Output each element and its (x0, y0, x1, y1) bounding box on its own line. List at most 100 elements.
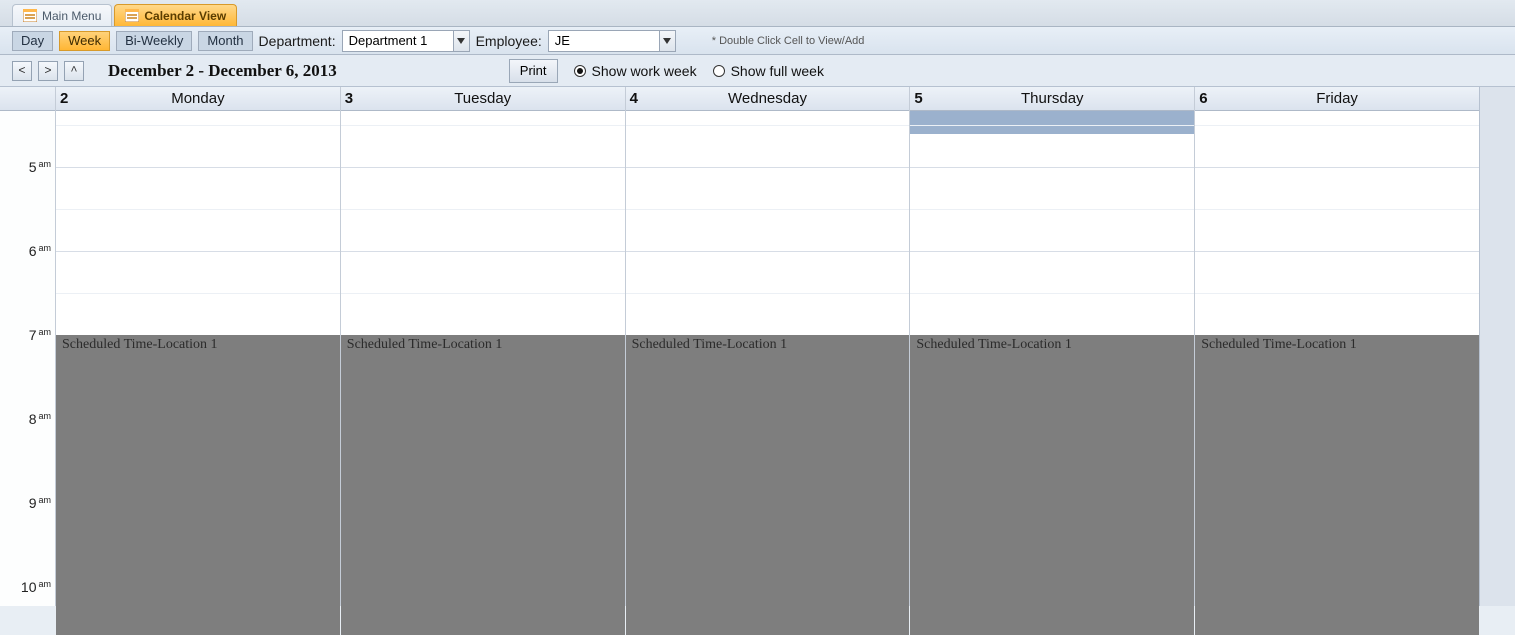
department-combo[interactable] (342, 30, 470, 52)
calendar-event[interactable]: Scheduled Time-Location 1 (910, 335, 1194, 635)
half-hour-line (341, 125, 625, 126)
day-number: 4 (630, 90, 638, 107)
day-column: 3TuesdayScheduled Time-Location 1 (341, 87, 626, 606)
hint-text: * Double Click Cell to View/Add (712, 35, 865, 47)
half-hour-line (626, 209, 910, 210)
time-gutter: 5am 6am 7am 8am 9am 10am (0, 87, 56, 606)
day-header[interactable]: 6Friday (1195, 87, 1479, 111)
hour-line (626, 167, 910, 168)
department-label: Department: (259, 33, 336, 49)
tab-main-menu[interactable]: Main Menu (12, 4, 112, 26)
half-hour-line (56, 209, 340, 210)
day-column: 2MondayScheduled Time-Location 1 (56, 87, 341, 606)
employee-label: Employee: (476, 33, 542, 49)
day-number: 6 (1199, 90, 1207, 107)
hour-line (56, 251, 340, 252)
day-name: Wednesday (626, 90, 910, 107)
employee-input[interactable] (549, 31, 659, 51)
hour-line (1195, 167, 1479, 168)
day-name: Thursday (910, 90, 1194, 107)
calendar-event[interactable]: Scheduled Time-Location 1 (56, 335, 340, 635)
next-button[interactable]: > (38, 61, 58, 81)
calendar-event[interactable]: Scheduled Time-Location 1 (341, 335, 625, 635)
department-input[interactable] (343, 31, 453, 51)
tab-calendar-view-label: Calendar View (144, 9, 226, 23)
calendar-grid: 5am6am7am8am9am10am 2MondayScheduled Tim… (0, 87, 1515, 606)
chevron-down-icon[interactable] (453, 31, 469, 51)
day-column: 6FridayScheduled Time-Location 1 (1195, 87, 1479, 606)
half-hour-line (1195, 125, 1479, 126)
day-name: Tuesday (341, 90, 625, 107)
half-hour-line (56, 293, 340, 294)
day-column: 4WednesdayScheduled Time-Location 1 (626, 87, 911, 606)
time-label: 7am (0, 327, 51, 344)
day-body[interactable]: Scheduled Time-Location 1 (626, 111, 910, 606)
day-column: 5ThursdayScheduled Time-Location 1 (910, 87, 1195, 606)
day-body[interactable]: Scheduled Time-Location 1 (341, 111, 625, 606)
employee-combo[interactable] (548, 30, 676, 52)
half-hour-line (341, 209, 625, 210)
half-hour-line (626, 125, 910, 126)
half-hour-line (1195, 293, 1479, 294)
day-header[interactable]: 4Wednesday (626, 87, 910, 111)
hour-line (910, 167, 1194, 168)
show-work-week-radio[interactable]: Show work week (574, 63, 697, 79)
right-gutter (1479, 87, 1515, 606)
time-label: 5am (0, 159, 51, 176)
hour-line (626, 251, 910, 252)
tab-calendar-view[interactable]: Calendar View (114, 4, 237, 26)
form-icon (23, 9, 37, 22)
day-body[interactable]: Scheduled Time-Location 1 (910, 111, 1194, 606)
half-hour-line (626, 293, 910, 294)
day-number: 2 (60, 90, 68, 107)
day-body[interactable]: Scheduled Time-Location 1 (56, 111, 340, 606)
day-number: 3 (345, 90, 353, 107)
tab-main-menu-label: Main Menu (42, 9, 101, 23)
show-work-week-label: Show work week (592, 63, 697, 79)
day-name: Monday (56, 90, 340, 107)
day-header[interactable]: 5Thursday (910, 87, 1194, 111)
day-header[interactable]: 3Tuesday (341, 87, 625, 111)
half-hour-line (910, 125, 1194, 126)
calendar-event[interactable]: Scheduled Time-Location 1 (626, 335, 910, 635)
up-button[interactable]: ^ (64, 61, 84, 81)
calendar-event[interactable]: Scheduled Time-Location 1 (1195, 335, 1479, 635)
half-hour-line (910, 209, 1194, 210)
chevron-down-icon[interactable] (659, 31, 675, 51)
view-week-button[interactable]: Week (59, 31, 110, 51)
view-day-button[interactable]: Day (12, 31, 53, 51)
time-label: 10am (0, 579, 51, 596)
form-icon (125, 9, 139, 22)
hour-line (910, 251, 1194, 252)
time-label: 8am (0, 411, 51, 428)
hour-line (56, 167, 340, 168)
document-tabs: Main Menu Calendar View (0, 0, 1515, 27)
day-body[interactable]: Scheduled Time-Location 1 (1195, 111, 1479, 606)
today-highlight (910, 111, 1194, 134)
nav-bar: < > ^ December 2 - December 6, 2013 Prin… (0, 55, 1515, 87)
filter-bar: Day Week Bi-Weekly Month Department: Emp… (0, 27, 1515, 55)
hour-line (341, 251, 625, 252)
days-container: 2MondayScheduled Time-Location 13Tuesday… (56, 87, 1479, 606)
half-hour-line (341, 293, 625, 294)
print-button[interactable]: Print (509, 59, 558, 83)
gutter-header (0, 87, 55, 111)
hour-line (341, 167, 625, 168)
day-header[interactable]: 2Monday (56, 87, 340, 111)
show-full-week-radio[interactable]: Show full week (713, 63, 824, 79)
date-range-title: December 2 - December 6, 2013 (108, 61, 337, 81)
view-biweekly-button[interactable]: Bi-Weekly (116, 31, 192, 51)
view-month-button[interactable]: Month (198, 31, 252, 51)
time-label: 6am (0, 243, 51, 260)
half-hour-line (56, 125, 340, 126)
radio-off-icon (713, 65, 725, 77)
prev-button[interactable]: < (12, 61, 32, 81)
day-number: 5 (914, 90, 922, 107)
hour-line (1195, 251, 1479, 252)
day-name: Friday (1195, 90, 1479, 107)
radio-on-icon (574, 65, 586, 77)
time-label: 9am (0, 495, 51, 512)
half-hour-line (910, 293, 1194, 294)
half-hour-line (1195, 209, 1479, 210)
show-full-week-label: Show full week (731, 63, 824, 79)
